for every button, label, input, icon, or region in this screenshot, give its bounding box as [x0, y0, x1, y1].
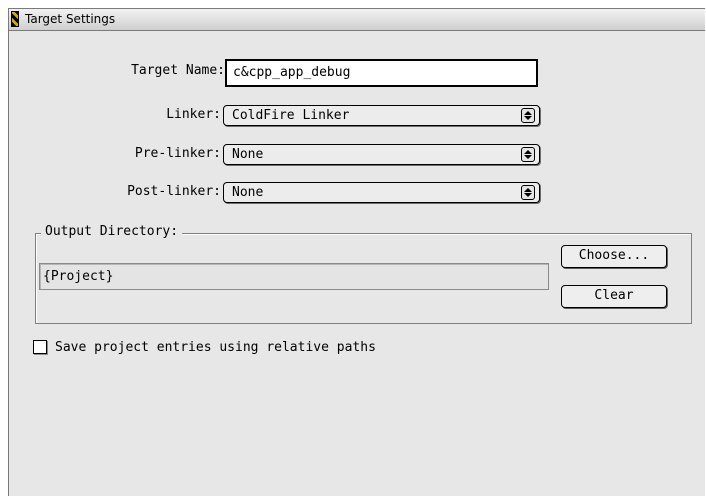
post-linker-popup[interactable]: None — [223, 182, 540, 203]
relative-paths-label[interactable]: Save project entries using relative path… — [55, 339, 376, 357]
linker-popup-value: ColdFire Linker — [232, 108, 350, 123]
post-linker-popup-value: None — [232, 185, 264, 200]
panel-title: Target Settings — [25, 12, 116, 26]
pre-linker-popup-value: None — [232, 147, 264, 162]
clear-button[interactable]: Clear — [561, 285, 667, 308]
target-settings-panel: Target Settings Target Name: c&cpp_app_d… — [8, 8, 705, 496]
pre-linker-popup[interactable]: None — [223, 144, 540, 165]
popup-arrows-icon — [521, 147, 535, 162]
output-directory-label: Output Directory: — [41, 223, 183, 241]
target-name-field[interactable]: c&cpp_app_debug — [225, 59, 538, 87]
choose-button[interactable]: Choose... — [561, 245, 667, 268]
relative-paths-checkbox[interactable] — [33, 340, 47, 354]
panel-title-bar: Target Settings — [9, 9, 705, 31]
output-directory-path: {Project} — [39, 263, 549, 290]
popup-arrows-icon — [521, 108, 535, 123]
linker-popup[interactable]: ColdFire Linker — [223, 105, 540, 126]
target-name-label: Target Name: — [131, 63, 225, 78]
post-linker-label: Post-linker: — [127, 184, 221, 199]
target-settings-icon — [11, 11, 19, 27]
linker-label: Linker: — [166, 107, 221, 122]
popup-arrows-icon — [521, 185, 535, 200]
pre-linker-label: Pre-linker: — [134, 146, 221, 161]
